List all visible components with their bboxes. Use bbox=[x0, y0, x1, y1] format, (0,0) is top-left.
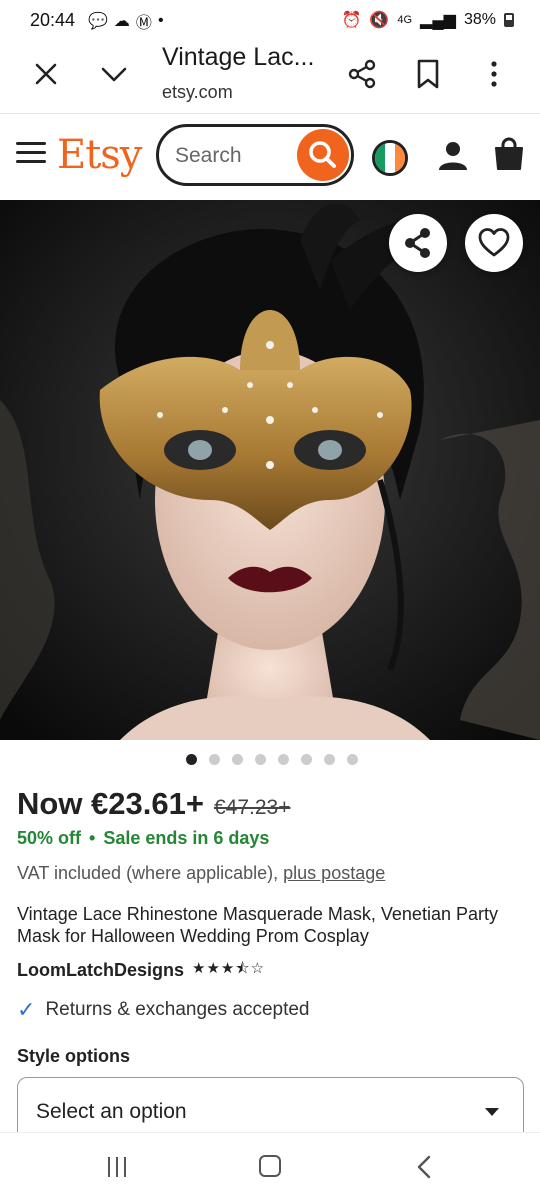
carousel-dot[interactable] bbox=[301, 754, 312, 765]
mute-icon: 🔇 bbox=[369, 12, 390, 29]
system-nav-bar bbox=[0, 1132, 540, 1200]
carousel-dot[interactable] bbox=[209, 754, 220, 765]
checkmark-icon: ✓ bbox=[17, 997, 36, 1022]
listing-title: Vintage Lace Rhinestone Masquerade Mask,… bbox=[17, 904, 498, 946]
search-button[interactable] bbox=[297, 129, 349, 181]
status-time: 20:44 bbox=[30, 10, 76, 30]
sale-info: 50% off • Sale ends in 6 days bbox=[17, 828, 269, 849]
carousel-dot[interactable] bbox=[232, 754, 243, 765]
original-price: €47.23+ bbox=[213, 796, 291, 819]
more-notifications-icon: • bbox=[157, 12, 164, 29]
carousel-dot[interactable] bbox=[186, 754, 197, 765]
share-listing-button[interactable] bbox=[389, 214, 447, 272]
postage-link[interactable]: plus postage bbox=[283, 863, 385, 883]
chevron-down-icon[interactable] bbox=[98, 58, 130, 90]
carousel-indicator[interactable] bbox=[186, 754, 358, 765]
network-label: 4G bbox=[397, 14, 413, 26]
etsy-header: Etsy Search bbox=[0, 114, 540, 200]
shop-row: LoomLatchDesigns ★★★⯪☆ bbox=[17, 958, 265, 983]
system-icons: ⏰ 🔇 4G ▂▄▆ 38% bbox=[341, 10, 514, 30]
search-icon bbox=[309, 141, 336, 168]
battery-icon bbox=[504, 13, 514, 27]
back-icon[interactable] bbox=[414, 1155, 434, 1179]
mcdonalds-icon: Ⓜ bbox=[135, 15, 152, 32]
carousel-dot[interactable] bbox=[347, 754, 358, 765]
status-bar: 20:44 💬 ☁ Ⓜ • ⏰ 🔇 4G ▂▄▆ 38% bbox=[0, 0, 540, 40]
tab-domain: etsy.com bbox=[162, 82, 233, 102]
heart-icon bbox=[478, 228, 510, 257]
carousel-dot[interactable] bbox=[255, 754, 266, 765]
vat-info: VAT included (where applicable), plus po… bbox=[17, 863, 385, 884]
returns-info: ✓ Returns & exchanges accepted bbox=[17, 997, 310, 1023]
signal-icon: ▂▄▆ bbox=[420, 12, 456, 29]
battery-text: 38% bbox=[463, 11, 496, 28]
carousel-dot[interactable] bbox=[278, 754, 289, 765]
style-options-label: Style options bbox=[17, 1046, 131, 1066]
product-image[interactable] bbox=[0, 200, 540, 740]
user-icon[interactable] bbox=[436, 138, 470, 172]
price-row: Now €23.61+ €47.23+ bbox=[17, 786, 290, 822]
sale-ends-label: Sale ends in 6 days bbox=[103, 828, 270, 848]
caret-down-icon bbox=[485, 1108, 499, 1116]
message-icon: 💬 bbox=[88, 13, 108, 30]
menu-icon[interactable] bbox=[16, 142, 46, 164]
vat-label: VAT included (where applicable), bbox=[17, 863, 279, 883]
bookmark-icon[interactable] bbox=[414, 58, 442, 90]
search-bar[interactable]: Search bbox=[156, 124, 354, 186]
rating-stars[interactable]: ★★★⯪☆ bbox=[192, 958, 265, 983]
masquerade-mask-photo bbox=[0, 200, 540, 740]
cart-icon[interactable] bbox=[492, 136, 526, 172]
search-input[interactable]: Search bbox=[175, 144, 242, 168]
returns-label: Returns & exchanges accepted bbox=[45, 999, 310, 1020]
more-options-icon[interactable] bbox=[484, 58, 504, 90]
notification-icons: 💬 ☁ Ⓜ • bbox=[88, 9, 164, 33]
alarm-icon: ⏰ bbox=[341, 12, 362, 29]
ireland-flag-icon[interactable] bbox=[372, 140, 408, 176]
sale-bullet: • bbox=[89, 828, 96, 848]
etsy-logo[interactable]: Etsy bbox=[57, 132, 142, 178]
sale-price: Now €23.61+ bbox=[17, 786, 204, 821]
tab-page-title: Vintage Lac... bbox=[162, 43, 315, 71]
style-select-value: Select an option bbox=[36, 1100, 187, 1123]
cloud-icon: ☁ bbox=[113, 13, 130, 30]
home-button[interactable] bbox=[259, 1155, 281, 1177]
discount-label: 50% off bbox=[17, 828, 82, 848]
tab-titles: Vintage Lac... etsy.com bbox=[162, 42, 314, 103]
carousel-dot[interactable] bbox=[324, 754, 335, 765]
shop-name-link[interactable]: LoomLatchDesigns bbox=[17, 960, 184, 981]
share-icon[interactable] bbox=[346, 58, 378, 90]
share-icon bbox=[405, 228, 430, 258]
favorite-button[interactable] bbox=[465, 214, 523, 272]
recents-button[interactable] bbox=[108, 1157, 132, 1177]
close-icon[interactable] bbox=[30, 58, 62, 90]
custom-tab-header: Vintage Lac... etsy.com bbox=[0, 40, 540, 114]
